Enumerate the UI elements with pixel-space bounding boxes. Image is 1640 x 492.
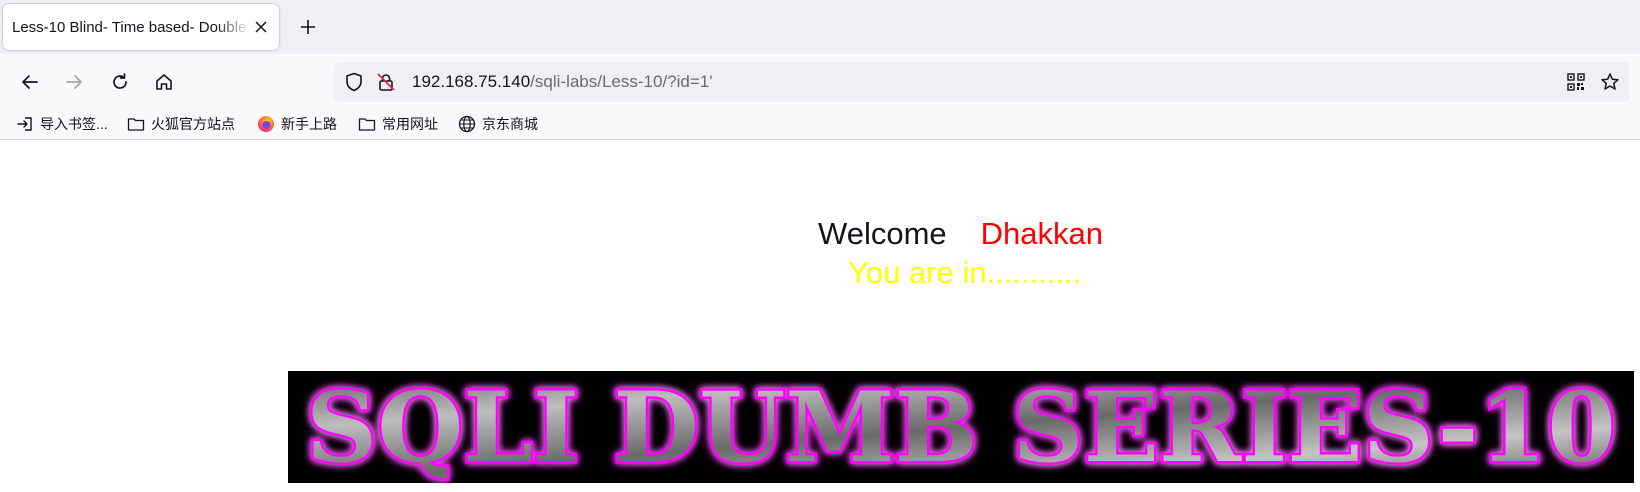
home-icon — [156, 74, 172, 90]
navigation-toolbar: 192.168.75.140/sqli-labs/Less-10/?id=1' — [0, 54, 1640, 108]
bookmark-label: 常用网址 — [382, 116, 438, 132]
insecure-lock-icon[interactable] — [376, 72, 396, 92]
shield-icon[interactable] — [344, 72, 364, 92]
tab-title: Less-10 Blind- Time based- Double Quotes… — [12, 18, 251, 36]
tab-active[interactable]: Less-10 Blind- Time based- Double Quotes… — [3, 4, 279, 50]
reload-button[interactable] — [106, 68, 134, 96]
bookmark-label: 火狐官方站点 — [151, 116, 235, 132]
qr-code-icon[interactable] — [1566, 72, 1586, 92]
status-message: You are in........... — [848, 255, 1082, 290]
folder-icon — [127, 115, 145, 133]
folder-icon — [358, 115, 376, 133]
home-button[interactable] — [150, 68, 178, 96]
forward-button[interactable] — [60, 68, 88, 96]
welcome-line: Welcome Dhakkan — [818, 216, 1103, 252]
firefox-icon — [257, 115, 275, 133]
globe-icon — [458, 115, 476, 133]
url-text[interactable]: 192.168.75.140/sqli-labs/Less-10/?id=1' — [412, 72, 713, 92]
import-icon — [16, 115, 34, 133]
back-button[interactable] — [16, 68, 44, 96]
bookmark-label: 新手上路 — [281, 116, 337, 132]
bookmark-label: 导入书签... — [40, 116, 108, 132]
reload-icon — [113, 73, 127, 89]
new-tab-button[interactable] — [296, 15, 320, 39]
bookmark-import[interactable]: 导入书签... — [16, 113, 108, 135]
page-content: Welcome Dhakkan You are in........... SQL… — [0, 141, 1640, 492]
url-host: 192.168.75.140 — [412, 72, 531, 91]
tab-strip: Less-10 Blind- Time based- Double Quotes… — [0, 0, 1640, 54]
banner-text: SQLI DUMB SERIES-10 — [306, 371, 1616, 483]
bookmark-firefox-official[interactable]: 火狐官方站点 — [127, 113, 235, 135]
bookmark-common-sites[interactable]: 常用网址 — [358, 113, 438, 135]
bookmark-getting-started[interactable]: 新手上路 — [257, 113, 337, 135]
address-bar[interactable]: 192.168.75.140/sqli-labs/Less-10/?id=1' — [334, 62, 1630, 102]
url-path: /sqli-labs/Less-10/?id=1' — [530, 72, 713, 91]
welcome-text: Welcome — [818, 216, 947, 251]
bookmark-jd[interactable]: 京东商城 — [458, 113, 538, 135]
close-tab-icon[interactable] — [251, 17, 271, 37]
arrow-left-icon — [22, 75, 38, 89]
bookmarks-toolbar: 导入书签... 火狐官方站点 新手上路 常用网址 京东商城 — [0, 108, 1640, 140]
welcome-name: Dhakkan — [980, 216, 1103, 251]
bookmark-label: 京东商城 — [482, 116, 538, 132]
arrow-right-icon — [66, 75, 82, 89]
plus-icon — [301, 20, 315, 34]
bookmark-star-icon[interactable] — [1600, 72, 1620, 92]
series-banner-image: SQLI DUMB SERIES-10 — [288, 371, 1634, 483]
